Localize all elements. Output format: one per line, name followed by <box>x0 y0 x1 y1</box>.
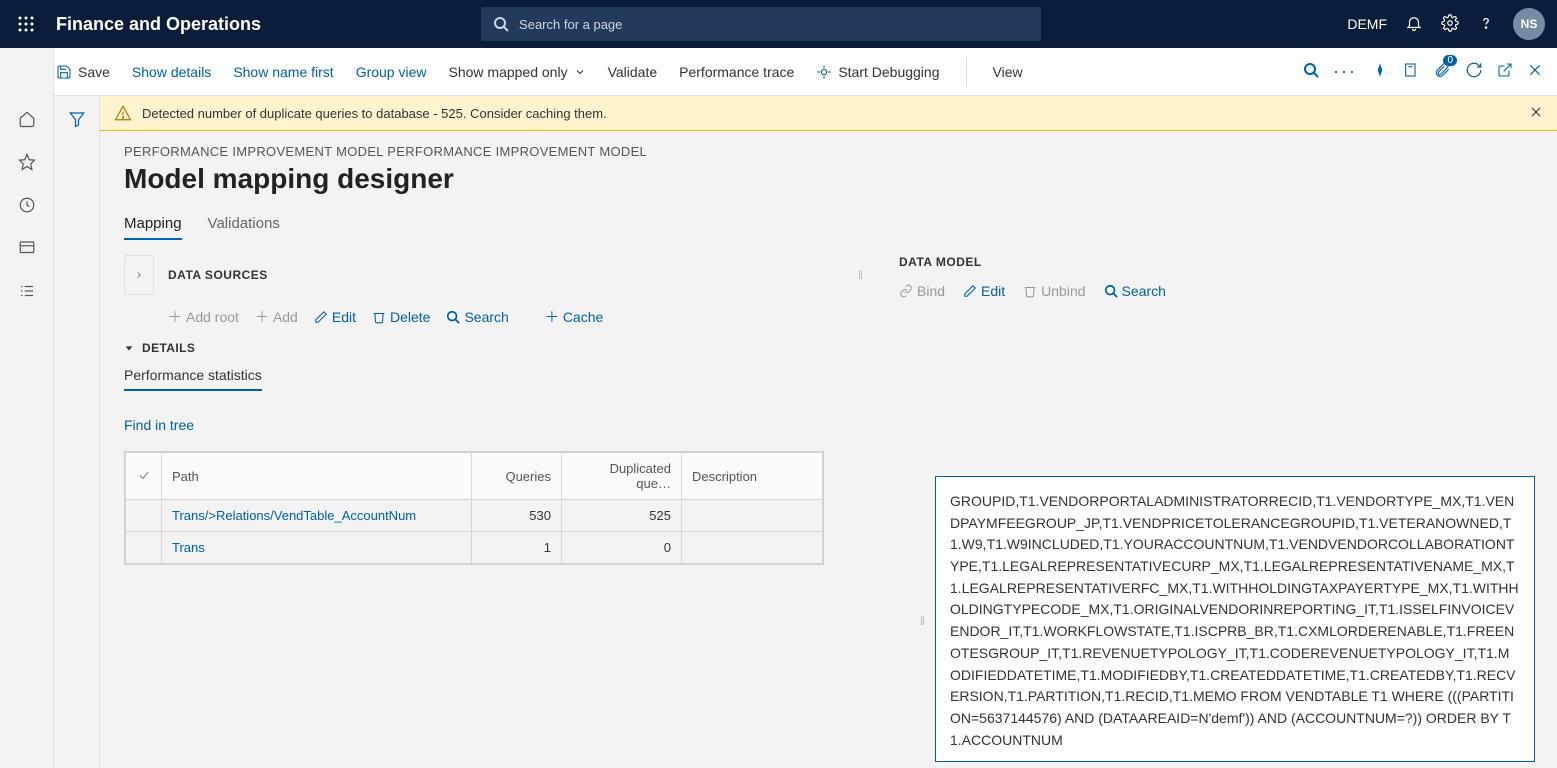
add-root-button[interactable]: ＋ Add root <box>168 307 239 327</box>
warning-text: Detected number of duplicate queries to … <box>142 106 607 121</box>
col-path[interactable]: Path <box>162 453 472 500</box>
page-tabs: Mapping Validations <box>124 215 1539 241</box>
cell-description <box>682 532 823 564</box>
waffle-icon[interactable] <box>12 16 40 32</box>
chevron-down-icon <box>574 66 586 78</box>
search-placeholder: Search for a page <box>519 17 622 32</box>
show-name-first-button[interactable]: Show name first <box>233 64 333 80</box>
bell-icon[interactable] <box>1405 14 1423 35</box>
data-model-header: DATA MODEL <box>899 255 1539 269</box>
col-description[interactable]: Description <box>682 453 823 500</box>
show-mapped-only-dropdown[interactable]: Show mapped only <box>449 64 586 80</box>
modules-icon[interactable] <box>18 282 36 303</box>
breadcrumb: PERFORMANCE IMPROVEMENT MODEL PERFORMANC… <box>124 144 1539 159</box>
left-rail <box>0 48 54 768</box>
group-view-button[interactable]: Group view <box>356 64 427 80</box>
edit-button[interactable]: Edit <box>314 307 356 327</box>
separator <box>966 58 967 86</box>
cache-button[interactable]: ＋ Cache <box>545 307 603 327</box>
page-title: Model mapping designer <box>124 163 1539 195</box>
delete-button[interactable]: Delete <box>372 307 430 327</box>
brand-title: Finance and Operations <box>56 14 261 35</box>
personalize-icon[interactable] <box>1371 61 1389 82</box>
warning-close-icon[interactable] <box>1529 105 1543 122</box>
refresh-icon[interactable] <box>1465 61 1483 82</box>
table-header-row: Path Queries Duplicated que… Description <box>126 453 823 500</box>
content: Detected number of duplicate queries to … <box>100 96 1557 768</box>
search-icon[interactable] <box>1303 62 1319 81</box>
select-all-checkbox[interactable] <box>126 453 162 500</box>
filter-column <box>54 96 100 768</box>
star-icon[interactable] <box>18 153 36 174</box>
warning-icon <box>114 104 132 122</box>
validate-button[interactable]: Validate <box>608 64 658 80</box>
warning-bar: Detected number of duplicate queries to … <box>100 96 1557 131</box>
show-mapped-only-label: Show mapped only <box>449 64 568 80</box>
details-header[interactable]: DETAILS <box>124 341 869 355</box>
attachment-badge: 0 <box>1443 55 1457 66</box>
chevron-down-icon <box>124 343 134 353</box>
dm-edit-button[interactable]: Edit <box>963 283 1005 299</box>
clock-icon[interactable] <box>18 196 36 217</box>
help-icon[interactable] <box>1477 14 1495 35</box>
table-row[interactable]: Trans/>Relations/VendTable_AccountNum 53… <box>126 500 823 532</box>
tab-mapping[interactable]: Mapping <box>124 215 182 240</box>
col-duplicated[interactable]: Duplicated que… <box>562 453 682 500</box>
home-icon[interactable] <box>18 110 36 131</box>
popout-icon[interactable] <box>1497 62 1513 81</box>
gear-icon[interactable] <box>1441 14 1459 35</box>
cell-description <box>682 500 823 532</box>
path-link[interactable]: Trans/>Relations/VendTable_AccountNum <box>172 508 416 523</box>
drag-handle-icon[interactable]: ‖ <box>858 268 863 282</box>
dm-search-button[interactable]: Search <box>1104 283 1166 299</box>
attachments-icon[interactable]: 0 <box>1433 61 1451 82</box>
more-icon[interactable]: ··· <box>1333 61 1357 82</box>
path-link[interactable]: Trans <box>172 540 205 555</box>
ds-search-button[interactable]: Search <box>446 307 508 327</box>
cell-duplicated: 525 <box>562 500 682 532</box>
start-debugging-button[interactable]: Start Debugging <box>816 64 939 80</box>
sql-text-area[interactable]: GROUPID,T1.VENDORPORTALADMINISTRATORRECI… <box>935 476 1535 762</box>
close-icon[interactable] <box>1527 62 1543 81</box>
performance-statistics-tab[interactable]: Performance statistics <box>124 367 262 391</box>
data-source-types-expander[interactable] <box>124 255 154 295</box>
find-in-tree-link[interactable]: Find in tree <box>124 417 194 433</box>
start-debugging-label: Start Debugging <box>838 64 939 80</box>
sql-text: GROUPID,T1.VENDORPORTALADMINISTRATORRECI… <box>950 493 1519 748</box>
view-button[interactable]: View <box>993 64 1023 80</box>
statistics-grid: Path Queries Duplicated que… Description… <box>124 451 824 565</box>
user-avatar[interactable]: NS <box>1513 8 1545 40</box>
splitter-handle-icon[interactable]: ‖ <box>920 614 925 628</box>
show-details-button[interactable]: Show details <box>132 64 211 80</box>
filter-icon[interactable] <box>68 110 86 768</box>
cell-queries: 530 <box>472 500 562 532</box>
save-button[interactable]: Save <box>56 64 110 80</box>
performance-trace-button[interactable]: Performance trace <box>679 64 794 80</box>
unbind-button[interactable]: Unbind <box>1023 283 1085 299</box>
global-search[interactable]: Search for a page <box>481 7 1041 41</box>
action-bar: Save Show details Show name first Group … <box>0 48 1557 96</box>
cell-duplicated: 0 <box>562 532 682 564</box>
add-button[interactable]: ＋ Add <box>255 307 298 327</box>
cell-queries: 1 <box>472 532 562 564</box>
table-row[interactable]: Trans 1 0 <box>126 532 823 564</box>
company-code[interactable]: DEMF <box>1347 16 1387 32</box>
office-icon[interactable] <box>1403 62 1419 81</box>
save-label: Save <box>78 64 110 80</box>
top-nav: Finance and Operations Search for a page… <box>0 0 1557 48</box>
col-queries[interactable]: Queries <box>472 453 562 500</box>
bind-button[interactable]: Bind <box>899 283 945 299</box>
workspace-icon[interactable] <box>18 239 36 260</box>
tab-validations[interactable]: Validations <box>208 215 280 240</box>
data-sources-header: DATA SOURCES <box>168 268 268 282</box>
